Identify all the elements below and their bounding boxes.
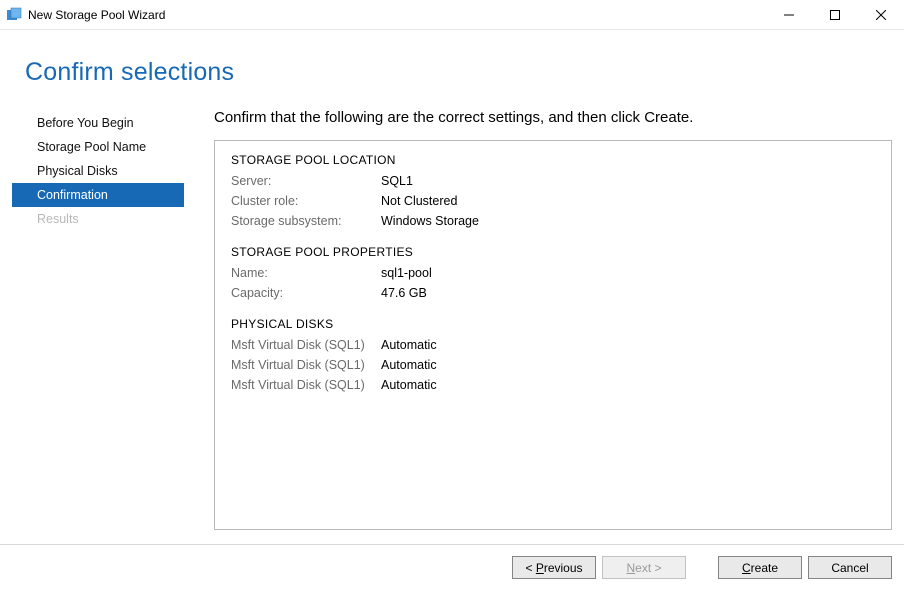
detail-value: sql1-pool <box>381 263 432 283</box>
section-heading: PHYSICAL DISKS <box>231 317 875 331</box>
detail-label: Cluster role: <box>231 191 381 211</box>
next-label: Next > <box>626 561 661 575</box>
detail-row: Msft Virtual Disk (SQL1)Automatic <box>231 335 875 355</box>
body-area: Before You BeginStorage Pool NamePhysica… <box>0 97 904 530</box>
next-button[interactable]: Next > <box>602 556 686 579</box>
page-header: Confirm selections <box>0 30 904 97</box>
detail-label: Msft Virtual Disk (SQL1) <box>231 355 381 375</box>
detail-row: Capacity:47.6 GB <box>231 283 875 303</box>
window-title: New Storage Pool Wizard <box>28 8 766 22</box>
cancel-label: Cancel <box>831 561 868 575</box>
maximize-button[interactable] <box>812 0 858 29</box>
detail-row: Msft Virtual Disk (SQL1)Automatic <box>231 355 875 375</box>
wizard-sidebar: Before You BeginStorage Pool NamePhysica… <box>12 109 184 530</box>
sidebar-item-results: Results <box>12 207 184 231</box>
previous-button[interactable]: < Previous <box>512 556 596 579</box>
detail-label: Server: <box>231 171 381 191</box>
detail-label: Msft Virtual Disk (SQL1) <box>231 375 381 395</box>
confirmation-details: STORAGE POOL LOCATION Server:SQL1Cluster … <box>214 140 892 530</box>
detail-row: Storage subsystem:Windows Storage <box>231 211 875 231</box>
section-heading: STORAGE POOL LOCATION <box>231 153 875 167</box>
wizard-footer: < Previous Next > Create Cancel <box>0 544 904 590</box>
previous-label: < Previous <box>525 561 582 575</box>
detail-row: Name:sql1-pool <box>231 263 875 283</box>
detail-label: Name: <box>231 263 381 283</box>
detail-value: Not Clustered <box>381 191 457 211</box>
window-controls <box>766 0 904 29</box>
detail-row: Cluster role:Not Clustered <box>231 191 875 211</box>
close-button[interactable] <box>858 0 904 29</box>
detail-value: Automatic <box>381 335 437 355</box>
sidebar-item-storage-pool-name[interactable]: Storage Pool Name <box>12 135 184 159</box>
instruction-text: Confirm that the following are the corre… <box>214 109 892 126</box>
main-panel: Confirm that the following are the corre… <box>184 109 892 530</box>
detail-label: Capacity: <box>231 283 381 303</box>
detail-row: Msft Virtual Disk (SQL1)Automatic <box>231 375 875 395</box>
detail-value: Automatic <box>381 355 437 375</box>
minimize-button[interactable] <box>766 0 812 29</box>
titlebar: New Storage Pool Wizard <box>0 0 904 30</box>
detail-value: Windows Storage <box>381 211 479 231</box>
detail-value: 47.6 GB <box>381 283 427 303</box>
section-heading: STORAGE POOL PROPERTIES <box>231 245 875 259</box>
detail-label: Msft Virtual Disk (SQL1) <box>231 335 381 355</box>
create-button[interactable]: Create <box>718 556 802 579</box>
detail-value: SQL1 <box>381 171 413 191</box>
page-title: Confirm selections <box>25 58 904 87</box>
create-label: Create <box>742 561 778 575</box>
detail-value: Automatic <box>381 375 437 395</box>
detail-label: Storage subsystem: <box>231 211 381 231</box>
sidebar-item-confirmation[interactable]: Confirmation <box>12 183 184 207</box>
sidebar-item-before-you-begin[interactable]: Before You Begin <box>12 111 184 135</box>
app-icon <box>6 7 22 23</box>
detail-row: Server:SQL1 <box>231 171 875 191</box>
cancel-button[interactable]: Cancel <box>808 556 892 579</box>
sidebar-item-physical-disks[interactable]: Physical Disks <box>12 159 184 183</box>
